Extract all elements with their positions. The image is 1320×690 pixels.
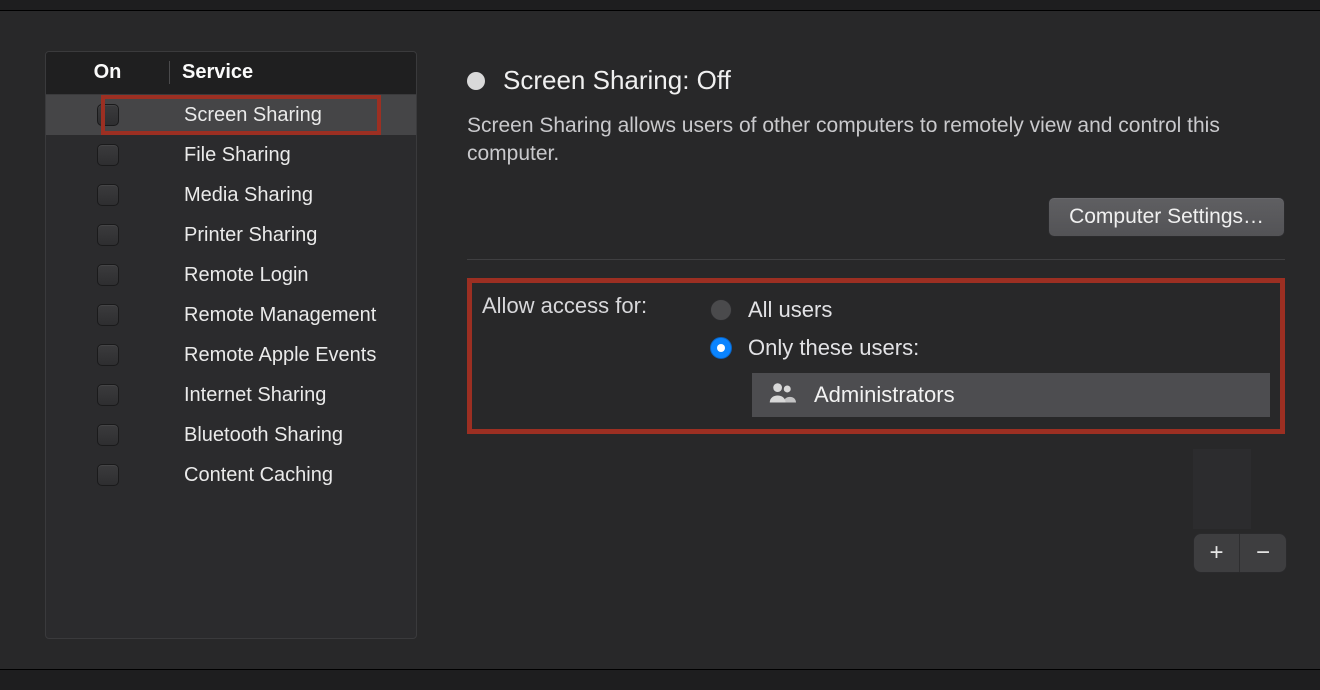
services-list: Screen Sharing File Sharing Media Sharin…	[46, 95, 416, 638]
allowed-users-list[interactable]: Administrators	[752, 373, 1270, 417]
status-indicator-icon	[467, 72, 485, 90]
service-checkbox-screen-sharing[interactable]	[97, 104, 119, 126]
annotation-highlight-access: Allow access for: All users Only these u…	[467, 278, 1285, 434]
service-checkbox-remote-apple-events[interactable]	[97, 344, 119, 366]
service-label: Bluetooth Sharing	[170, 424, 343, 447]
service-checkbox-content-caching[interactable]	[97, 464, 119, 486]
service-label: Media Sharing	[170, 184, 313, 207]
service-status-title: Screen Sharing: Off	[503, 65, 731, 96]
service-checkbox-bluetooth-sharing[interactable]	[97, 424, 119, 446]
service-row-screen-sharing[interactable]: Screen Sharing	[46, 95, 416, 135]
service-label: Remote Apple Events	[170, 344, 376, 367]
service-checkbox-remote-management[interactable]	[97, 304, 119, 326]
service-row-remote-management[interactable]: Remote Management	[46, 295, 416, 335]
services-sidebar: On Service Screen Sharing File Sharing M…	[45, 51, 417, 639]
allow-access-label: Allow access for:	[482, 291, 692, 417]
service-label: Remote Login	[170, 264, 309, 287]
service-label: File Sharing	[170, 144, 291, 167]
allowed-users-list-background	[1193, 449, 1251, 529]
users-group-icon	[768, 381, 796, 409]
plus-icon: +	[1209, 539, 1223, 567]
service-label: Internet Sharing	[170, 384, 326, 407]
user-row-administrators[interactable]: Administrators	[752, 373, 1270, 417]
service-checkbox-file-sharing[interactable]	[97, 144, 119, 166]
column-header-on: On	[46, 61, 170, 84]
radio-all-users[interactable]	[710, 299, 732, 321]
section-divider	[467, 259, 1285, 260]
services-header: On Service	[46, 52, 416, 95]
radio-all-users-label: All users	[748, 297, 832, 323]
service-row-file-sharing[interactable]: File Sharing	[46, 135, 416, 175]
service-row-content-caching[interactable]: Content Caching	[46, 455, 416, 495]
computer-settings-button[interactable]: Computer Settings…	[1048, 197, 1285, 237]
service-row-internet-sharing[interactable]: Internet Sharing	[46, 375, 416, 415]
column-header-service: Service	[170, 61, 253, 84]
minus-icon: −	[1256, 539, 1270, 567]
service-detail-pane: Screen Sharing: Off Screen Sharing allow…	[467, 51, 1285, 639]
radio-only-these-users[interactable]	[710, 337, 732, 359]
service-checkbox-printer-sharing[interactable]	[97, 224, 119, 246]
user-row-name: Administrators	[814, 382, 955, 408]
service-label: Screen Sharing	[170, 104, 322, 127]
service-row-remote-login[interactable]: Remote Login	[46, 255, 416, 295]
service-label: Content Caching	[170, 464, 333, 487]
service-row-printer-sharing[interactable]: Printer Sharing	[46, 215, 416, 255]
service-row-remote-apple-events[interactable]: Remote Apple Events	[46, 335, 416, 375]
service-checkbox-media-sharing[interactable]	[97, 184, 119, 206]
add-user-button[interactable]: +	[1194, 534, 1240, 572]
radio-only-these-users-label: Only these users:	[748, 335, 919, 361]
service-checkbox-remote-login[interactable]	[97, 264, 119, 286]
service-label: Remote Management	[170, 304, 376, 327]
service-checkbox-internet-sharing[interactable]	[97, 384, 119, 406]
service-row-media-sharing[interactable]: Media Sharing	[46, 175, 416, 215]
service-row-bluetooth-sharing[interactable]: Bluetooth Sharing	[46, 415, 416, 455]
service-label: Printer Sharing	[170, 224, 317, 247]
add-remove-users-toolbar: + −	[1193, 533, 1287, 573]
remove-user-button[interactable]: −	[1240, 534, 1286, 572]
service-description: Screen Sharing allows users of other com…	[467, 112, 1272, 169]
sharing-preferences-panel: On Service Screen Sharing File Sharing M…	[0, 10, 1320, 670]
